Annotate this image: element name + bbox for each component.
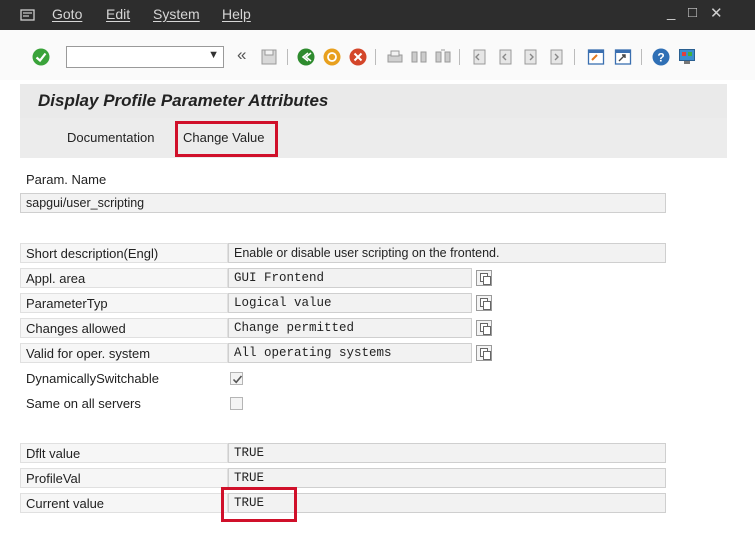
first-page-icon[interactable] [470,48,488,66]
profile-val-field[interactable]: TRUE [228,468,666,488]
minimize-button[interactable]: _ [667,4,675,21]
menu-help[interactable]: Help [222,6,251,22]
param-name-field[interactable]: sapgui/user_scripting [20,193,666,213]
parameter-type-field[interactable]: Logical value [228,293,472,313]
enter-icon[interactable] [32,48,50,66]
save-icon[interactable] [260,48,278,66]
toolbar-separator [641,49,642,65]
valid-os-field[interactable]: All operating systems [228,343,472,363]
appl-area-label: Appl. area [26,271,86,286]
dynamically-switchable-label: DynamicallySwitchable [26,371,159,386]
short-description-label: Short description(Engl) [26,246,159,261]
back-icon[interactable] [297,48,315,66]
same-on-all-servers-label: Same on all servers [26,396,141,411]
last-page-icon[interactable] [548,48,566,66]
svg-text:?: ? [657,51,664,65]
short-description-field[interactable]: Enable or disable user scripting on the … [228,243,666,263]
changes-allowed-field[interactable]: Change permitted [228,318,472,338]
command-field-wrapper: ▼ [66,46,224,68]
command-field[interactable] [67,47,209,65]
create-session-icon[interactable] [587,48,605,66]
valid-os-possible-entries-icon[interactable] [476,345,492,361]
valid-os-label: Valid for oper. system [26,346,151,361]
appl-area-possible-entries-icon[interactable] [476,270,492,286]
toolbar-separator [287,49,288,65]
changes-allowed-label: Changes allowed [26,321,126,336]
current-value-highlight [221,487,297,522]
same-on-all-servers-checkbox[interactable] [230,397,243,410]
menu-system[interactable]: System [153,6,200,22]
find-next-icon[interactable] [434,48,452,66]
back-arrow-icon[interactable]: « [237,45,246,65]
current-value-label: Current value [26,496,105,511]
toolbar-separator [459,49,460,65]
param-name-label: Param. Name [26,172,107,187]
close-button[interactable]: ✕ [710,4,723,22]
shortcut-icon[interactable] [614,48,632,66]
change-value-highlight [175,121,278,157]
help-icon[interactable]: ? [652,48,670,66]
profile-val-label: ProfileVal [26,471,81,486]
find-icon[interactable] [410,48,428,66]
dflt-value-label: Dflt value [26,446,81,461]
parameter-type-label: ParameterTyp [26,296,108,311]
cancel-icon[interactable] [349,48,367,66]
dynamically-switchable-checkbox[interactable] [230,372,243,385]
checkmark-icon [232,375,243,384]
previous-page-icon[interactable] [496,48,514,66]
menu-icon[interactable] [20,8,36,22]
page-title: Display Profile Parameter Attributes [38,91,329,110]
dflt-value-field[interactable]: TRUE [228,443,666,463]
parameter-type-possible-entries-icon[interactable] [476,295,492,311]
exit-icon[interactable] [323,48,341,66]
appl-area-field[interactable]: GUI Frontend [228,268,472,288]
next-page-icon[interactable] [522,48,540,66]
changes-allowed-possible-entries-icon[interactable] [476,320,492,336]
maximize-button[interactable]: □ [688,4,697,21]
menu-goto[interactable]: Goto [52,6,82,22]
customize-layout-icon[interactable] [678,48,696,66]
menu-edit[interactable]: Edit [106,6,130,22]
toolbar-separator [375,49,376,65]
print-icon[interactable] [386,48,404,66]
documentation-button[interactable]: Documentation [67,130,154,145]
toolbar-separator [574,49,575,65]
dropdown-arrow-icon[interactable]: ▼ [208,49,219,61]
